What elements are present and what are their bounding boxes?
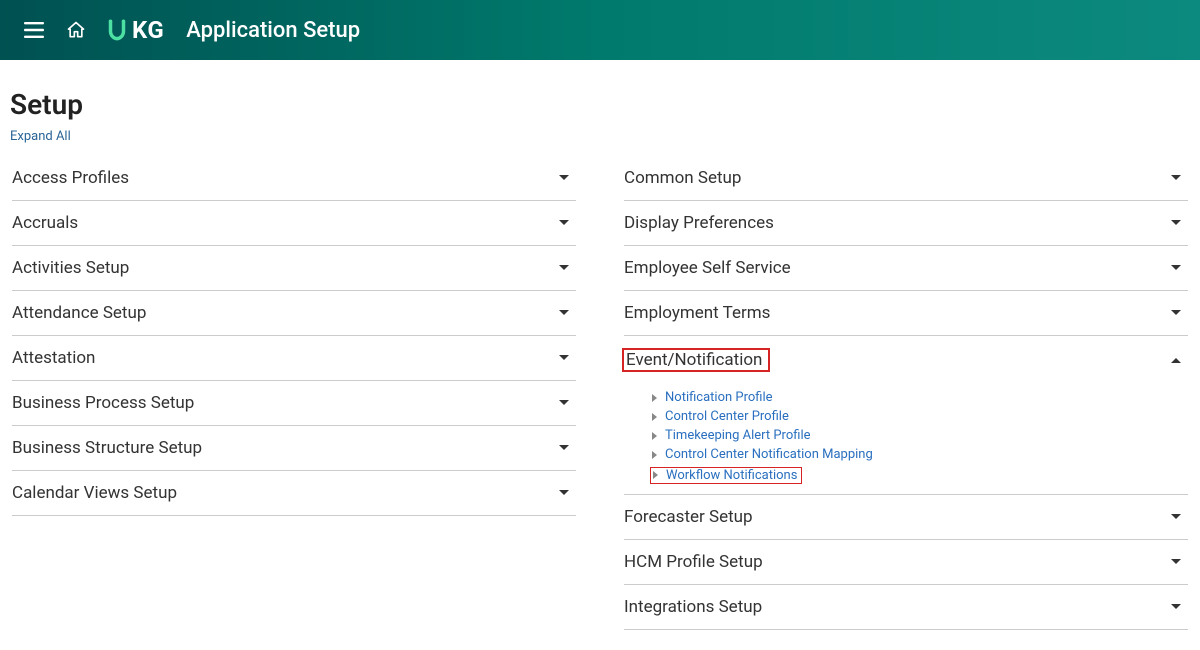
accordion-label: Forecaster Setup xyxy=(624,507,753,527)
left-column: Access Profiles Accruals Activities Setup A… xyxy=(12,156,576,630)
accordion-header[interactable]: Employee Self Service xyxy=(624,246,1188,290)
caret-up-icon xyxy=(1168,352,1184,368)
caret-down-icon xyxy=(556,305,572,321)
triangle-icon xyxy=(652,413,657,421)
right-column: Common Setup Display Preferences Employee … xyxy=(624,156,1188,630)
accordion-header[interactable]: Event/Notification xyxy=(624,336,1188,384)
accordion-label: Event/Notification xyxy=(624,348,770,372)
accordion-label: Employee Self Service xyxy=(624,258,791,278)
accordion-label: Attestation xyxy=(12,348,95,368)
caret-down-icon xyxy=(556,215,572,231)
accordion-label: HCM Profile Setup xyxy=(624,552,763,572)
accordion-header[interactable]: Employment Terms xyxy=(624,291,1188,335)
accordion-label: Employment Terms xyxy=(624,303,770,323)
accordion-label: Integrations Setup xyxy=(624,597,762,617)
caret-down-icon xyxy=(1168,509,1184,525)
caret-down-icon xyxy=(556,440,572,456)
home-icon[interactable] xyxy=(62,16,90,44)
accordion-header[interactable]: Business Process Setup xyxy=(12,381,576,425)
accordion-label: Business Process Setup xyxy=(12,393,194,413)
sub-item: Control Center Notification Mapping xyxy=(652,445,1188,464)
accordion-item: Attendance Setup xyxy=(12,291,576,336)
page-title: Setup xyxy=(10,88,1188,121)
caret-down-icon xyxy=(556,260,572,276)
sub-list: Notification Profile Control Center Profi… xyxy=(624,384,1188,494)
caret-down-icon xyxy=(1168,170,1184,186)
accordion-header[interactable]: Display Preferences xyxy=(624,201,1188,245)
accordion-header[interactable]: Activities Setup xyxy=(12,246,576,290)
accordion-label: Calendar Views Setup xyxy=(12,483,177,503)
accordion-item: Attestation xyxy=(12,336,576,381)
sub-item: Timekeeping Alert Profile xyxy=(652,426,1188,445)
accordion-item: Access Profiles xyxy=(12,156,576,201)
accordion-item: Accruals xyxy=(12,201,576,246)
triangle-icon xyxy=(652,394,657,402)
accordion-label: Access Profiles xyxy=(12,168,129,188)
accordion-header[interactable]: Accruals xyxy=(12,201,576,245)
accordion-item: Display Preferences xyxy=(624,201,1188,246)
app-header: KG Application Setup xyxy=(0,0,1200,60)
accordion-item: Integrations Setup xyxy=(624,585,1188,630)
accordion-header[interactable]: Attestation xyxy=(12,336,576,380)
caret-down-icon xyxy=(556,485,572,501)
accordion-header[interactable]: Calendar Views Setup xyxy=(12,471,576,515)
caret-down-icon xyxy=(556,395,572,411)
accordion-header[interactable]: Attendance Setup xyxy=(12,291,576,335)
highlight-box: Event/Notification xyxy=(622,348,770,372)
sub-link[interactable]: Control Center Profile xyxy=(665,409,789,424)
caret-down-icon xyxy=(1168,305,1184,321)
header-app-title: Application Setup xyxy=(186,18,360,43)
sub-link[interactable]: Control Center Notification Mapping xyxy=(665,447,873,462)
accordion-label: Attendance Setup xyxy=(12,303,146,323)
columns-wrapper: Access Profiles Accruals Activities Setup A… xyxy=(12,156,1188,630)
content-area: Setup Expand All Access Profiles Accruals… xyxy=(0,60,1200,650)
accordion-item: Employment Terms xyxy=(624,291,1188,336)
caret-down-icon xyxy=(556,350,572,366)
caret-down-icon xyxy=(556,170,572,186)
accordion-label: Activities Setup xyxy=(12,258,129,278)
accordion-header[interactable]: Access Profiles xyxy=(12,156,576,200)
accordion-label: Display Preferences xyxy=(624,213,774,233)
sub-item: Control Center Profile xyxy=(652,407,1188,426)
hamburger-menu-icon[interactable] xyxy=(20,16,48,44)
accordion-item: Business Structure Setup xyxy=(12,426,576,471)
triangle-icon xyxy=(652,432,657,440)
ukg-logo: KG xyxy=(104,16,164,44)
accordion-header[interactable]: Forecaster Setup xyxy=(624,495,1188,539)
accordion-header[interactable]: Common Setup xyxy=(624,156,1188,200)
accordion-label: Common Setup xyxy=(624,168,741,188)
accordion-item: Forecaster Setup xyxy=(624,495,1188,540)
caret-down-icon xyxy=(1168,215,1184,231)
accordion-label: Business Structure Setup xyxy=(12,438,202,458)
caret-down-icon xyxy=(1168,260,1184,276)
caret-down-icon xyxy=(1168,599,1184,615)
sub-link[interactable]: Notification Profile xyxy=(665,390,773,405)
accordion-item: Employee Self Service xyxy=(624,246,1188,291)
expand-all-link[interactable]: Expand All xyxy=(10,129,71,144)
triangle-icon xyxy=(652,451,657,459)
accordion-item: Event/Notification Notification Profile Co… xyxy=(624,336,1188,495)
accordion-header[interactable]: HCM Profile Setup xyxy=(624,540,1188,584)
sub-item-highlight: Workflow Notifications xyxy=(650,467,802,484)
accordion-header[interactable]: Integrations Setup xyxy=(624,585,1188,629)
sub-link[interactable]: Workflow Notifications xyxy=(666,468,797,483)
accordion-item: HCM Profile Setup xyxy=(624,540,1188,585)
logo-text: KG xyxy=(132,16,164,44)
sub-item: Notification Profile xyxy=(652,388,1188,407)
triangle-icon xyxy=(653,471,658,479)
caret-down-icon xyxy=(1168,554,1184,570)
accordion-label: Accruals xyxy=(12,213,78,233)
accordion-header[interactable]: Business Structure Setup xyxy=(12,426,576,470)
accordion-item: Common Setup xyxy=(624,156,1188,201)
sub-link[interactable]: Timekeeping Alert Profile xyxy=(665,428,811,443)
accordion-item: Activities Setup xyxy=(12,246,576,291)
accordion-item: Business Process Setup xyxy=(12,381,576,426)
accordion-item: Calendar Views Setup xyxy=(12,471,576,516)
